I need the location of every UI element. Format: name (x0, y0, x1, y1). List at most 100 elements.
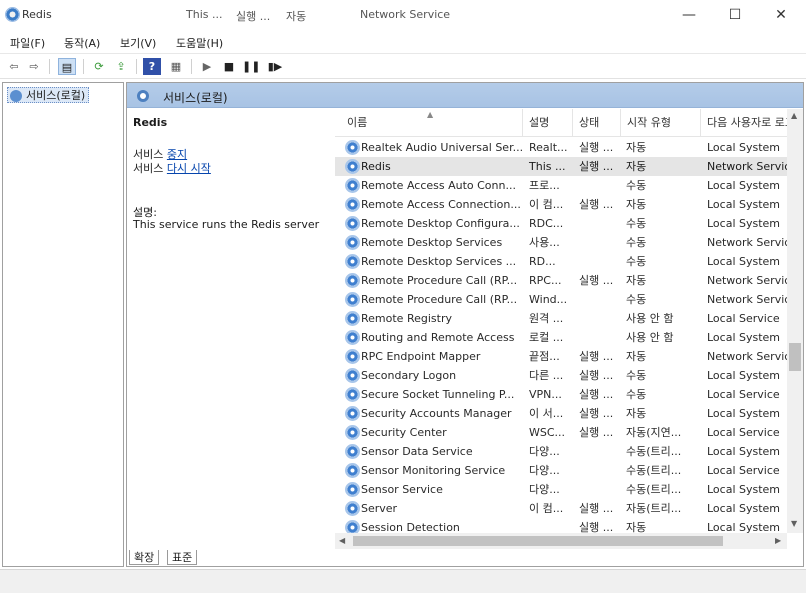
back-icon[interactable]: ⇦ (5, 58, 23, 75)
service-status-cell: 실행 ... (579, 350, 614, 363)
service-status-cell: 실행 ... (579, 407, 614, 420)
service-name-cell: Remote Desktop Services (361, 236, 503, 249)
service-startup-type-cell: 수동(트리... (626, 445, 682, 458)
service-name-cell: Remote Procedure Call (RP... (361, 274, 518, 287)
horizontal-scrollbar[interactable]: ◀ ▶ (335, 533, 787, 549)
forward-icon[interactable]: ⇨ (25, 58, 43, 75)
service-startup-type-cell: 사용 안 함 (626, 312, 674, 325)
restart-service-link[interactable]: 다시 시작 (167, 162, 211, 175)
restart-service-line: 서비스 다시 시작 (133, 160, 329, 175)
service-row[interactable]: Remote Desktop Services ... RD... 수동 Local … (335, 252, 803, 271)
service-status-cell (575, 328, 621, 347)
stop-icon[interactable]: ■ (220, 58, 238, 75)
start-icon[interactable]: ▶ (198, 58, 216, 75)
service-startup-type-cell: 자동(트리... (626, 502, 682, 515)
service-row[interactable]: Sensor Service 다양... 수동(트리... Local System (335, 480, 803, 499)
service-status-cell (575, 442, 621, 461)
pane-header: 서비스(로컬) (127, 83, 803, 108)
service-row[interactable]: Routing and Remote Access 로컬 ... 사용 안 함 Loc… (335, 328, 803, 347)
service-description-cell: 이 컴... (529, 502, 564, 515)
refresh-icon[interactable]: ⟳ (90, 58, 108, 75)
stop-service-line: 서비스 중지 (133, 146, 329, 161)
service-row[interactable]: Realtek Audio Universal Ser... Realt... 실행… (335, 138, 803, 157)
service-startup-type-cell: 수동 (626, 388, 647, 401)
service-name-cell: Security Center (361, 426, 447, 439)
column-header-description[interactable]: 설명 (523, 109, 573, 137)
service-status-cell: 실행 ... (579, 160, 614, 173)
service-row[interactable]: Sensor Monitoring Service 다양... 수동(트리... Lo… (335, 461, 803, 480)
view-tabs: 확장 표준 (127, 549, 803, 566)
scroll-right-icon[interactable]: ▶ (775, 536, 781, 545)
service-description-cell: 프로... (529, 179, 560, 192)
toolbar-separator (49, 59, 50, 74)
service-name-cell: Remote Access Auto Conn... (361, 179, 516, 192)
service-startup-type-cell: 자동 (626, 198, 647, 211)
horizontal-scroll-thumb[interactable] (353, 536, 723, 546)
service-startup-type-cell: 자동 (626, 141, 647, 154)
service-row[interactable]: Remote Access Auto Conn... 프로... 수동 Local S… (335, 176, 803, 195)
service-row[interactable]: Remote Registry 원격 ... 사용 안 함 Local Service (335, 309, 803, 328)
selected-service-name: Redis (133, 116, 168, 129)
scroll-left-icon[interactable]: ◀ (339, 536, 345, 545)
service-row[interactable]: Sensor Data Service 다양... 수동(트리... Local Sy… (335, 442, 803, 461)
restart-icon[interactable]: ▮▶ (266, 58, 284, 75)
help-icon[interactable]: ? (143, 58, 161, 75)
service-name-cell: Remote Desktop Configura... (361, 217, 520, 230)
close-button[interactable]: ✕ (758, 0, 804, 30)
service-description-cell: VPN... (529, 388, 562, 401)
description-label: 설명: (133, 206, 157, 219)
service-name-cell: Remote Procedure Call (RP... (361, 293, 518, 306)
vertical-scroll-thumb[interactable] (789, 343, 801, 371)
properties-icon[interactable]: ▦ (167, 58, 185, 75)
export-icon[interactable]: ⇪ (112, 58, 130, 75)
service-row[interactable]: Remote Access Connection... 이 컴... 실행 ... 자… (335, 195, 803, 214)
tree-node-services-local[interactable]: 서비스(로컬) (7, 87, 90, 103)
service-status-cell (575, 461, 621, 480)
scroll-down-icon[interactable]: ▼ (791, 519, 797, 528)
service-row[interactable]: Secure Socket Tunneling P... VPN... 실행 ...… (335, 385, 803, 404)
service-status-cell (575, 309, 621, 328)
service-status-cell: 실행 ... (579, 426, 614, 439)
service-row[interactable]: Remote Procedure Call (RP... RPC... 실행 ...… (335, 271, 803, 290)
service-description-cell: WSC... (529, 426, 566, 439)
services-pane: 서비스(로컬) Redis 서비스 중지 서비스 다시 시작 설명: This … (126, 82, 804, 567)
column-header-status[interactable]: 상태 (573, 109, 621, 137)
description-text: This service runs the Redis server (133, 218, 320, 231)
service-row[interactable]: Remote Desktop Services 사용... 수동 Network Se… (335, 233, 803, 252)
menu-file[interactable]: 파일(F) (10, 35, 45, 51)
console-tree-icon[interactable]: ▤ (58, 58, 76, 75)
service-status-cell: 실행 ... (579, 502, 614, 515)
service-row[interactable]: Security Center WSC... 실행 ... 자동(지연... Local… (335, 423, 803, 442)
service-description-cell: 끝점... (529, 350, 560, 363)
service-description-cell: 다양... (529, 445, 560, 458)
service-startup-type-cell: 자동 (626, 407, 647, 420)
service-name-cell: RPC Endpoint Mapper (361, 350, 481, 363)
service-row[interactable]: Security Accounts Manager 이 서... 실행 ... 자동 L… (335, 404, 803, 423)
tab-extended[interactable]: 확장 (129, 550, 160, 565)
service-row[interactable]: Server 이 컴... 실행 ... 자동(트리... Local System (335, 499, 803, 518)
menu-help[interactable]: 도움말(H) (176, 35, 223, 51)
tab-standard[interactable]: 표준 (167, 550, 198, 565)
service-status-cell (575, 176, 621, 195)
menu-action[interactable]: 동작(A) (64, 35, 100, 51)
service-name-cell: Security Accounts Manager (361, 407, 512, 420)
service-row[interactable]: Secondary Logon 다른 ... 실행 ... 수동 Local Syste… (335, 366, 803, 385)
maximize-button[interactable]: ☐ (712, 0, 758, 30)
service-row[interactable]: RPC Endpoint Mapper 끝점... 실행 ... 자동 Network … (335, 347, 803, 366)
column-header-startup-type[interactable]: 시작 유형 (621, 109, 701, 137)
service-row[interactable]: Redis This ... 실행 ... 자동 Network Service (335, 157, 803, 176)
service-row[interactable]: Remote Desktop Configura... RDC... 수동 Local… (335, 214, 803, 233)
service-name-cell: Sensor Monitoring Service (361, 464, 506, 477)
service-startup-type-cell: 자동 (626, 350, 647, 363)
menu-view[interactable]: 보기(V) (120, 35, 156, 51)
scroll-up-icon[interactable]: ▲ (791, 111, 797, 120)
service-row[interactable]: Remote Procedure Call (RP... Wind... 수동 Net… (335, 290, 803, 309)
minimize-button[interactable]: — (666, 0, 712, 30)
column-header-name[interactable]: 이름 (335, 109, 523, 137)
service-description-cell: Wind... (529, 293, 568, 306)
vertical-scrollbar[interactable]: ▲ ▼ (787, 109, 803, 533)
service-description-cell: 로컬 ... (529, 331, 564, 344)
pause-icon[interactable]: ❚❚ (242, 58, 260, 75)
service-description-cell: 사용... (529, 236, 560, 249)
title-bar: Redis This ... 실행 ... 자동 Network Service… (0, 0, 806, 30)
